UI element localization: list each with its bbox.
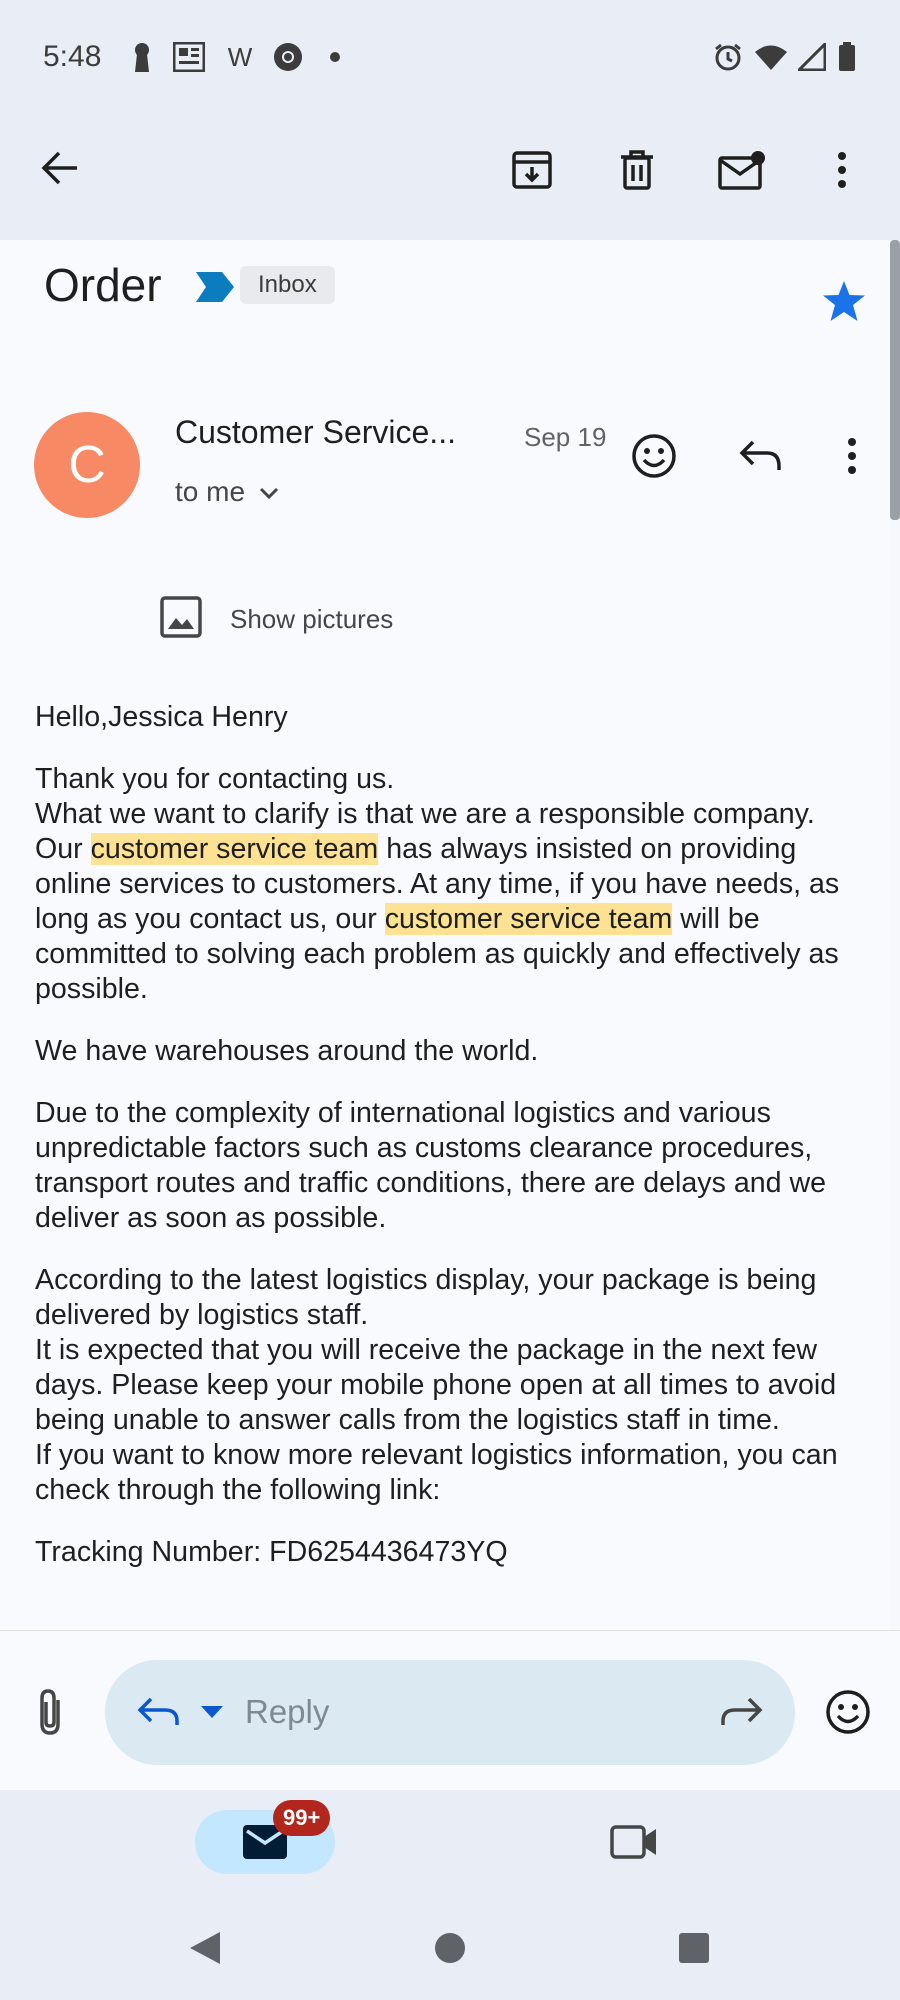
alarm-icon xyxy=(712,42,744,72)
more-vert-icon[interactable] xyxy=(822,426,882,486)
recipient-toggle[interactable]: to me xyxy=(175,476,279,508)
image-icon xyxy=(160,596,202,643)
email-body: Hello,Jessica Henry Thank you for contac… xyxy=(35,700,875,1597)
email-date: Sep 19 xyxy=(524,422,607,452)
avatar[interactable]: C xyxy=(34,412,140,518)
dot-icon xyxy=(328,42,342,72)
body-text: Thank you for contacting us. xyxy=(35,763,395,795)
chevron-down-icon xyxy=(259,476,279,508)
body-text: It is expected that you will receive the… xyxy=(35,1334,837,1436)
email-subject: Order xyxy=(44,259,162,311)
greeting: Hello,Jessica Henry xyxy=(35,701,288,733)
body-paragraph: We have warehouses around the world. xyxy=(35,1035,539,1067)
archive-icon[interactable] xyxy=(502,140,562,200)
w-app-icon: W xyxy=(227,41,253,72)
body-text: If you want to know more relevant logist… xyxy=(35,1439,838,1506)
back-arrow-icon[interactable] xyxy=(30,138,90,198)
delete-icon[interactable] xyxy=(607,140,667,200)
tracking-number: Tracking Number: FD6254436473YQ xyxy=(35,1536,508,1568)
keyhole-icon xyxy=(130,42,154,72)
forward-icon[interactable] xyxy=(712,1682,772,1742)
system-recents-icon[interactable] xyxy=(664,1918,724,1978)
signal-icon xyxy=(797,42,827,72)
emoji-reaction-icon[interactable] xyxy=(818,1682,878,1742)
highlighted-text: customer service team xyxy=(384,903,673,935)
body-paragraph: According to the latest logistics displa… xyxy=(35,1263,875,1508)
system-back-icon[interactable] xyxy=(175,1918,235,1978)
emoji-reaction-icon[interactable] xyxy=(624,426,684,486)
scrollbar[interactable] xyxy=(890,240,900,520)
show-pictures-button[interactable]: Show pictures xyxy=(160,596,393,643)
video-icon[interactable] xyxy=(604,1812,664,1872)
more-vert-icon[interactable] xyxy=(812,140,872,200)
unread-count-badge: 99+ xyxy=(273,1800,331,1836)
show-pictures-label: Show pictures xyxy=(230,604,394,634)
top-app-bar xyxy=(0,0,900,240)
battery-icon xyxy=(836,42,858,72)
body-text: What we want to clarify is that we are a… xyxy=(35,798,815,830)
label-chip-inbox[interactable]: Inbox xyxy=(240,266,335,304)
reply-icon[interactable] xyxy=(730,426,790,486)
chrome-icon xyxy=(272,42,304,72)
newspaper-icon xyxy=(172,42,206,72)
reply-icon[interactable] xyxy=(128,1682,188,1742)
body-text: According to the latest logistics displa… xyxy=(35,1264,817,1331)
highlighted-text: customer service team xyxy=(90,833,379,865)
reply-placeholder: Reply xyxy=(245,1693,330,1730)
wifi-icon xyxy=(753,42,789,72)
body-paragraph: Due to the complexity of international l… xyxy=(35,1097,827,1234)
star-icon[interactable] xyxy=(822,280,866,327)
reply-options-dropdown-icon[interactable] xyxy=(182,1682,242,1742)
system-home-icon[interactable] xyxy=(420,1918,480,1978)
attachment-icon[interactable] xyxy=(20,1682,80,1742)
sender-name[interactable]: Customer Service... xyxy=(175,414,456,451)
mark-unread-icon[interactable] xyxy=(712,140,772,200)
body-text: Our xyxy=(35,833,91,865)
recipient-label: to me xyxy=(175,476,246,507)
important-marker-icon[interactable] xyxy=(196,272,234,307)
status-time: 5:48 xyxy=(43,40,102,73)
body-paragraph: Thank you for contacting us. What we wan… xyxy=(35,762,875,1007)
